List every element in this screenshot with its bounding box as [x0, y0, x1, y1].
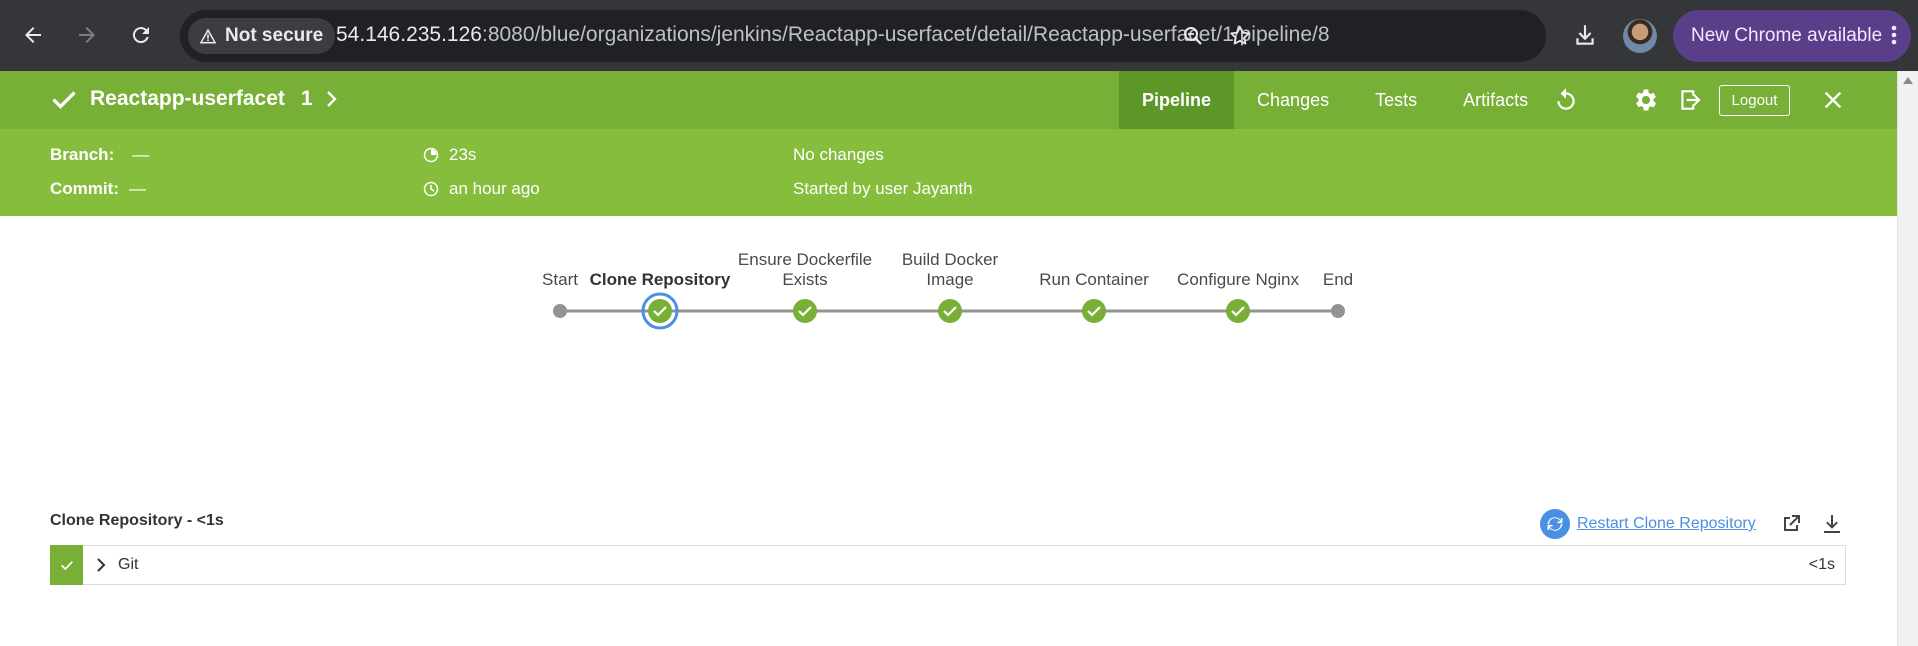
changes-info: No changes	[793, 145, 884, 164]
forward-button[interactable]	[70, 18, 104, 52]
branch-info: Branch: —	[50, 145, 149, 165]
stage-label-start: Start	[542, 270, 578, 289]
url-host: 54.146.235.126	[336, 23, 482, 46]
step-name: Git	[118, 556, 139, 573]
scroll-up-arrow-icon[interactable]	[1903, 77, 1913, 84]
open-log-button[interactable]	[1777, 510, 1805, 538]
reload-button[interactable]	[124, 18, 158, 52]
rerun-button[interactable]	[1551, 85, 1581, 115]
download-icon	[1824, 515, 1840, 533]
check-icon	[52, 91, 76, 109]
stage-node-clone-repository[interactable]	[641, 292, 679, 330]
arrow-left-icon	[25, 27, 41, 43]
external-link-icon	[1784, 515, 1800, 531]
tab-changes[interactable]: Changes	[1234, 71, 1352, 129]
run-number: 1	[300, 87, 313, 110]
duration-value: 23s	[449, 145, 477, 164]
profile-avatar[interactable]	[1623, 19, 1657, 53]
run-tabs: Pipeline Changes Tests Artifacts	[1119, 71, 1551, 129]
zoom-icon	[1184, 27, 1202, 45]
close-icon	[1824, 91, 1842, 109]
step-row[interactable]: Git <1s	[50, 545, 1846, 585]
logout-button[interactable]: Logout	[1719, 85, 1790, 116]
arrow-right-icon	[79, 27, 95, 43]
stage-node-build-docker-image[interactable]	[938, 299, 962, 323]
chevron-right-icon[interactable]	[325, 90, 339, 108]
restart-label: Restart Clone Repository	[1577, 515, 1756, 532]
close-button[interactable]	[1818, 85, 1848, 115]
exit-button[interactable]	[1675, 85, 1705, 115]
more-vert-icon[interactable]	[1891, 23, 1897, 53]
settings-button[interactable]	[1631, 85, 1661, 115]
run-header: Reactapp-userfacet 1 Pipeline Changes Te…	[0, 71, 1897, 129]
started-by: Started by user Jayanth	[793, 179, 973, 198]
exit-icon	[1681, 90, 1701, 110]
restart-stage-link[interactable]: Restart Clone Repository	[1540, 509, 1756, 539]
stage-detail-title: Clone Repository - <1s	[50, 512, 224, 529]
replay-icon	[1557, 88, 1575, 110]
commit-value: —	[128, 179, 146, 198]
downloads-button[interactable]	[1568, 18, 1602, 52]
stage-label-build-docker-image: Build Docker Image	[901, 250, 999, 289]
duration-icon	[423, 147, 439, 163]
address-bar[interactable]: Not secure 54.146.235.126:8080/blue/orga…	[180, 10, 1546, 62]
warning-icon	[199, 28, 217, 44]
pipeline-graph: Start Clone Repository Ensure Dockerfile Ex…	[0, 216, 1897, 346]
stage-label-configure-nginx: Configure Nginx	[1177, 270, 1299, 289]
run-summary: Branch: — Commit: — 23s an hour ago No c…	[0, 129, 1897, 216]
stage-label-run-container: Run Container	[1039, 270, 1149, 289]
stage-label-end: End	[1322, 270, 1354, 289]
stage-node-run-container[interactable]	[1082, 299, 1106, 323]
stage-node-start	[553, 304, 567, 318]
stage-label-ensure-dockerfile-exists: Ensure Dockerfile Exists	[737, 250, 873, 289]
security-indicator[interactable]: Not secure	[188, 18, 336, 54]
stage-label-clone-repository: Clone Repository	[589, 270, 731, 289]
time-info: an hour ago	[423, 179, 540, 199]
stage-node-end	[1331, 304, 1345, 318]
browser-toolbar: Not secure 54.146.235.126:8080/blue/orga…	[0, 0, 1918, 71]
star-icon	[1230, 26, 1250, 45]
download-log-button[interactable]	[1818, 510, 1846, 538]
tab-pipeline[interactable]: Pipeline	[1119, 71, 1235, 129]
restart-icon	[1540, 509, 1570, 539]
chevron-right-icon[interactable]	[96, 557, 106, 573]
tab-tests[interactable]: Tests	[1352, 71, 1440, 129]
chrome-update-button[interactable]: New Chrome available	[1673, 10, 1911, 62]
job-name[interactable]: Reactapp-userfacet	[90, 87, 285, 111]
time-ago: an hour ago	[449, 179, 540, 198]
security-label: Not secure	[225, 25, 324, 46]
commit-label: Commit:	[50, 179, 119, 198]
commit-info: Commit: —	[50, 179, 146, 199]
gear-icon	[1635, 89, 1657, 111]
clock-icon	[423, 181, 439, 197]
back-button[interactable]	[16, 18, 50, 52]
tab-artifacts[interactable]: Artifacts	[1440, 71, 1551, 129]
bookmark-button[interactable]	[1227, 23, 1253, 49]
stage-node-configure-nginx[interactable]	[1226, 299, 1250, 323]
stage-node-ensure-dockerfile-exists[interactable]	[793, 299, 817, 323]
check-icon	[60, 561, 73, 571]
zoom-button[interactable]	[1180, 23, 1206, 49]
step-duration: <1s	[1808, 556, 1835, 573]
duration-info: 23s	[423, 145, 476, 165]
vertical-scrollbar[interactable]	[1897, 71, 1918, 646]
step-status	[50, 545, 83, 585]
update-label: New Chrome available	[1691, 25, 1883, 46]
download-icon	[1576, 25, 1594, 45]
branch-label: Branch:	[50, 145, 115, 164]
run-title: Reactapp-userfacet 1	[50, 85, 339, 113]
branch-value: —	[132, 145, 150, 164]
reload-icon	[132, 27, 149, 44]
